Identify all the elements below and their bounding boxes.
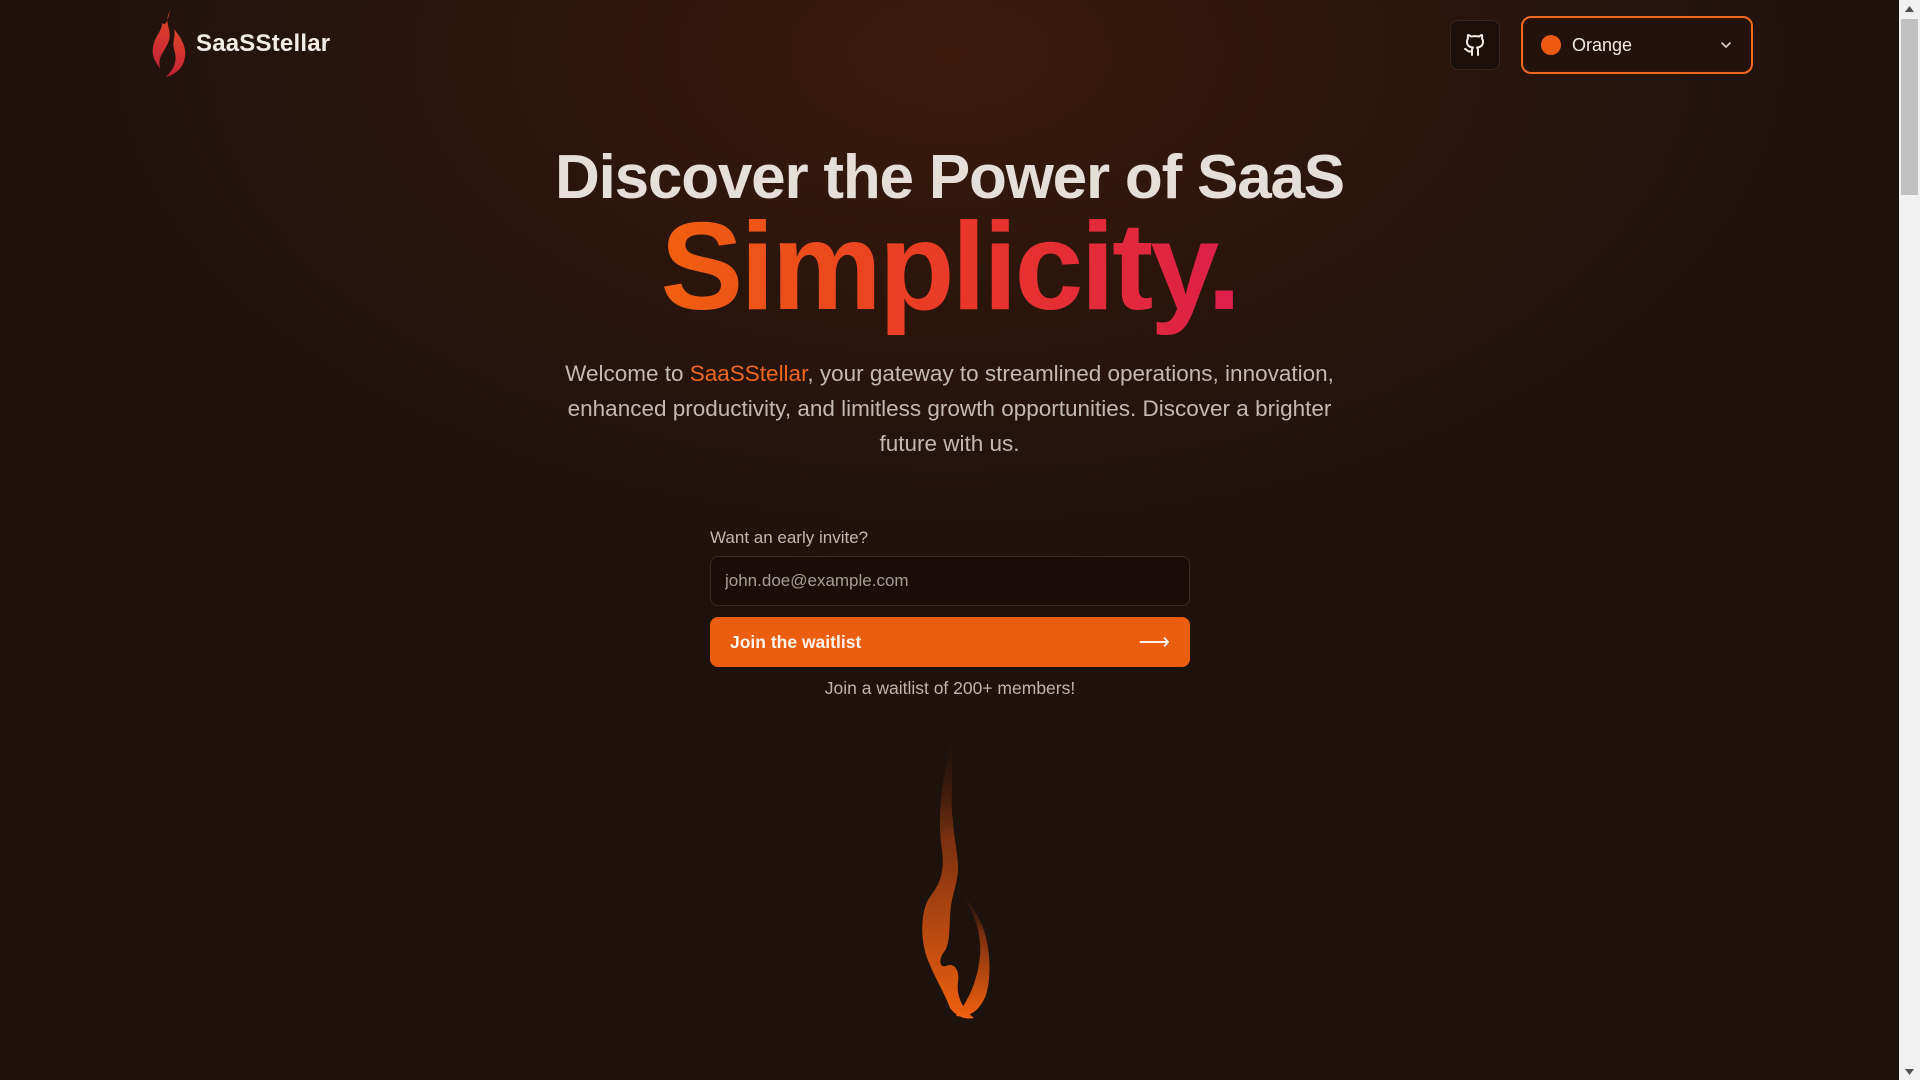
flame-icon [152, 11, 186, 77]
theme-select-value: Orange [1572, 34, 1633, 55]
github-icon [1464, 34, 1485, 56]
email-label: Want an early invite? [710, 528, 869, 547]
join-waitlist-button[interactable]: Join the waitlist ⟶ [710, 617, 1190, 667]
join-waitlist-label: Join the waitlist [730, 631, 862, 652]
scroll-up-icon[interactable] [1899, 0, 1920, 17]
waitlist-note: Join a waitlist of 200+ members! [824, 678, 1076, 698]
flame-illustration-icon [922, 740, 990, 1019]
waitlist-form: Want an early invite? Join the waitlist … [710, 528, 1190, 667]
theme-swatch [1541, 35, 1561, 55]
email-field[interactable] [710, 556, 1190, 606]
brand-name: SaaSStellar [196, 30, 331, 57]
hero-accent-text: Simplicity. [660, 198, 1242, 336]
brand-link[interactable]: SaaSStellar [148, 9, 330, 79]
theme-select[interactable]: Orange [1521, 16, 1753, 74]
page: SaaSStellar Orange Discover the Power of… [0, 0, 1899, 1080]
hero-sub-before: Welcome to [565, 361, 690, 386]
hero-sub-brand: SaaSStellar [689, 361, 808, 386]
github-button[interactable] [1450, 20, 1500, 70]
scrollbar-thumb[interactable] [1901, 19, 1918, 195]
hero-accent: Simplicity. [0, 202, 1899, 332]
chevron-down-icon [1721, 42, 1731, 48]
arrow-right-icon: ⟶ [1138, 629, 1170, 654]
vertical-scrollbar[interactable] [1899, 0, 1920, 1080]
site-header: SaaSStellar Orange [0, 0, 1899, 90]
scroll-down-icon[interactable] [1899, 1063, 1920, 1080]
hero-subtitle: Welcome to SaaSStellar, your gateway to … [560, 356, 1339, 461]
